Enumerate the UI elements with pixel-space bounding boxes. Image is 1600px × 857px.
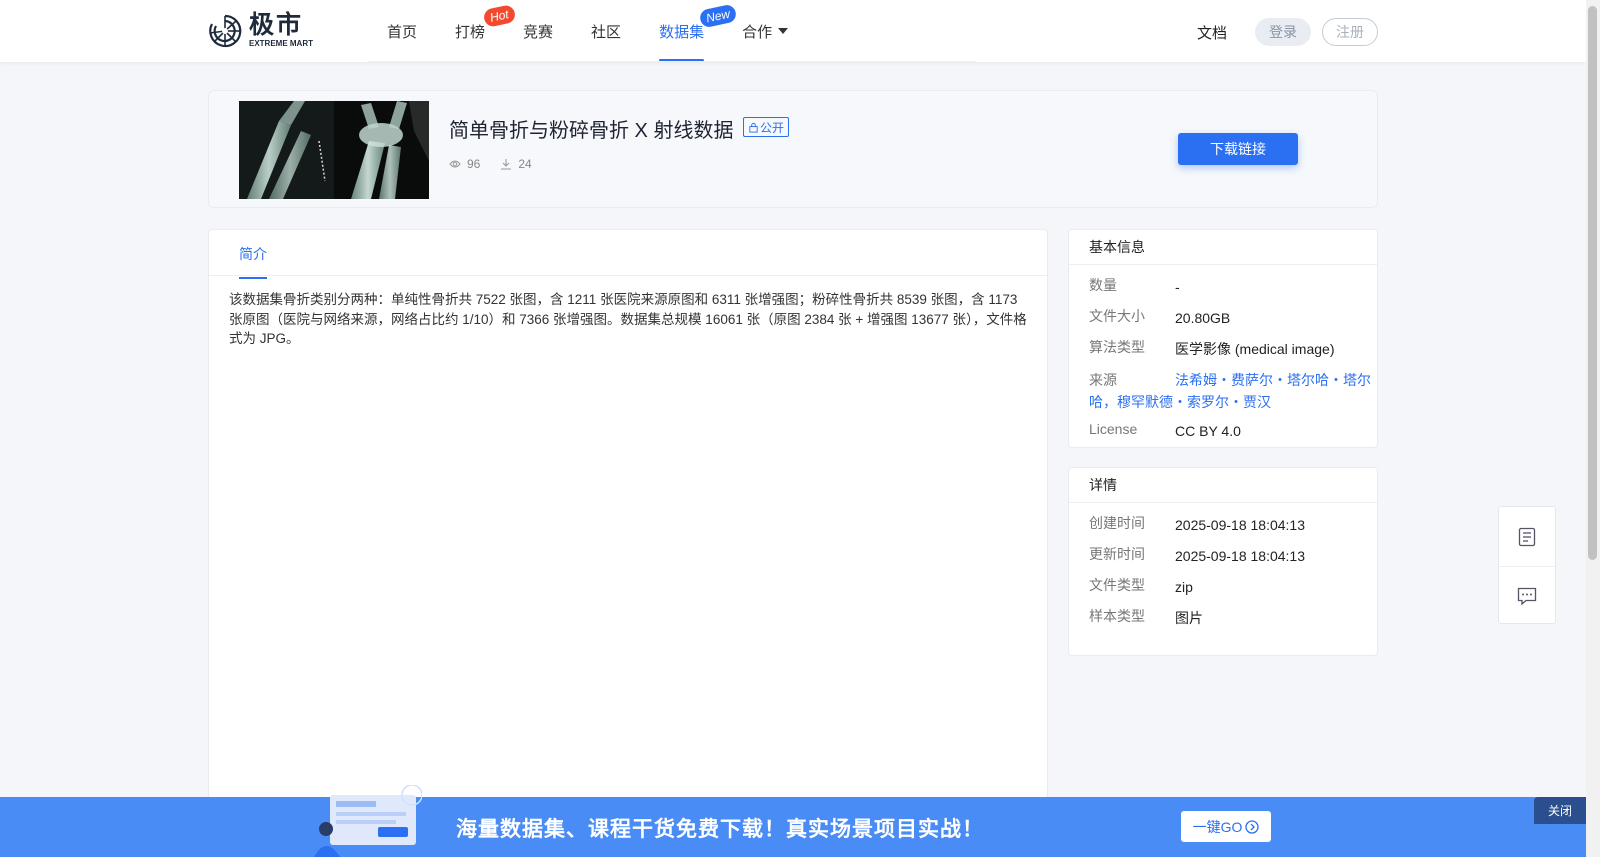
feedback-tool-button[interactable] — [1499, 566, 1555, 625]
info-key: 文件大小 — [1089, 308, 1145, 324]
intro-card: 简介 该数据集骨折类别分两种：单纯性骨折共 7522 张图，含 1211 张医院… — [208, 229, 1048, 857]
arrow-circle-icon — [1245, 819, 1260, 834]
intro-description: 该数据集骨折类别分两种：单纯性骨折共 7522 张图，含 1211 张医院来源原… — [229, 292, 1027, 346]
basic-info-card: 基本信息 数量 - 文件大小 20.80GB 算法类型 医学影像 (medica… — [1068, 229, 1378, 448]
detail-key: 文件类型 — [1089, 577, 1145, 593]
nav-label: 社区 — [591, 23, 622, 41]
site-logo[interactable]: 极市 EXTREME MART — [207, 13, 313, 49]
detail-key: 创建时间 — [1089, 515, 1145, 531]
detail-value: 2025-09-18 18:04:13 — [1175, 548, 1305, 564]
detail-value: 2025-09-18 18:04:13 — [1175, 517, 1305, 533]
basic-info-title: 基本信息 — [1069, 230, 1377, 265]
eye-icon — [449, 160, 461, 168]
dataset-title: 简单骨折与粉碎骨折 X 射线数据 — [449, 120, 734, 142]
detail-key: 更新时间 — [1089, 546, 1145, 562]
promo-text: 海量数据集、课程干货免费下载！真实场景项目实战！ — [456, 818, 984, 841]
detail-row: 更新时间 2025-09-18 18:04:13 — [1069, 540, 1377, 571]
info-value: - — [1175, 279, 1180, 295]
document-icon — [1518, 527, 1536, 546]
caret-down-icon — [778, 28, 789, 34]
logo-subtitle: EXTREME MART — [249, 39, 313, 48]
feedback-icon — [1517, 587, 1537, 605]
dataset-thumbnail — [239, 101, 429, 199]
scrollbar-thumb[interactable] — [1588, 6, 1597, 560]
download-count: 24 — [500, 157, 532, 171]
login-button[interactable]: 登录 — [1255, 18, 1311, 46]
detail-row: 样本类型 图片 — [1069, 602, 1377, 633]
nav-label: 打榜 — [455, 23, 486, 41]
detail-row: 文件类型 zip — [1069, 571, 1377, 602]
nav-label: 竞赛 — [523, 23, 554, 41]
page-scrollbar[interactable] — [1586, 0, 1600, 857]
view-count: 96 — [449, 157, 480, 171]
nav-label: 首页 — [387, 23, 418, 41]
tab-intro[interactable]: 简介 — [239, 244, 267, 279]
nav-divider — [368, 61, 976, 62]
source-row: 来源 法希姆・费萨尔・塔尔哈・塔尔哈，穆罕默德・索罗尔・贾汉 — [1069, 364, 1377, 413]
info-row: 文件大小 20.80GB — [1069, 302, 1377, 333]
promo-illustration — [314, 785, 422, 857]
source-key: 来源 — [1089, 372, 1117, 388]
info-row: 算法类型 医学影像 (medical image) — [1069, 333, 1377, 364]
tab-bar: 简介 — [209, 230, 1047, 279]
nav-community[interactable]: 社区 — [572, 0, 640, 62]
detail-value: 图片 — [1175, 610, 1203, 626]
docs-link[interactable]: 文档 — [1197, 22, 1227, 43]
dataset-hero-card: 简单骨折与粉碎骨折 X 射线数据 公开 96 24 下载链接 — [208, 90, 1378, 208]
license-value: CC BY 4.0 — [1175, 423, 1241, 439]
detail-row: 创建时间 2025-09-18 18:04:13 — [1069, 509, 1377, 540]
detail-value: zip — [1175, 579, 1193, 595]
info-row: 数量 - — [1069, 271, 1377, 302]
promo-go-label: 一键GO — [1192, 818, 1243, 835]
info-value: 医学影像 (medical image) — [1175, 341, 1335, 357]
xray-image — [239, 101, 429, 199]
license-row: License CC BY 4.0 — [1069, 415, 1377, 446]
details-card: 详情 创建时间 2025-09-18 18:04:13 更新时间 2025-09… — [1068, 467, 1378, 656]
download-link-button[interactable]: 下载链接 — [1178, 133, 1298, 165]
view-count-value: 96 — [467, 157, 481, 171]
license-key: License — [1089, 421, 1138, 437]
visibility-badge: 公开 — [743, 117, 790, 137]
nav-cooperation[interactable]: 合作 — [723, 0, 807, 62]
nav-competition[interactable]: 竞赛 — [504, 0, 572, 62]
floating-toolbar — [1498, 506, 1556, 624]
promo-banner: 海量数据集、课程干货免费下载！真实场景项目实战！ 一键GO — [0, 785, 1586, 857]
main-nav: 首页 打榜 Hot 竞赛 社区 数据集 New 合作 — [368, 0, 807, 62]
info-key: 算法类型 — [1089, 339, 1145, 355]
top-header: 极市 EXTREME MART 首页 打榜 Hot 竞赛 社区 数据集 New … — [0, 0, 1586, 62]
lock-icon — [749, 122, 758, 133]
detail-key: 样本类型 — [1089, 608, 1145, 624]
download-icon — [501, 159, 512, 170]
download-count-value: 24 — [518, 157, 532, 171]
nav-label: 数据集 — [659, 23, 705, 41]
nav-datasets[interactable]: 数据集 New — [640, 0, 738, 62]
info-key: 数量 — [1089, 277, 1117, 293]
dataset-stats: 96 24 — [449, 157, 552, 171]
logo-icon — [209, 14, 242, 48]
details-title: 详情 — [1069, 468, 1377, 503]
document-tool-button[interactable] — [1499, 507, 1555, 566]
nav-leaderboard[interactable]: 打榜 Hot — [436, 0, 517, 62]
nav-home[interactable]: 首页 — [368, 0, 436, 62]
promo-go-button[interactable]: 一键GO — [1181, 811, 1271, 842]
logo-title: 极市 — [249, 11, 304, 39]
visibility-label: 公开 — [760, 120, 785, 135]
promo-close-button[interactable]: 关闭 — [1534, 797, 1586, 824]
info-value: 20.80GB — [1175, 310, 1231, 326]
register-button[interactable]: 注册 — [1322, 18, 1378, 46]
nav-label: 合作 — [742, 23, 773, 41]
